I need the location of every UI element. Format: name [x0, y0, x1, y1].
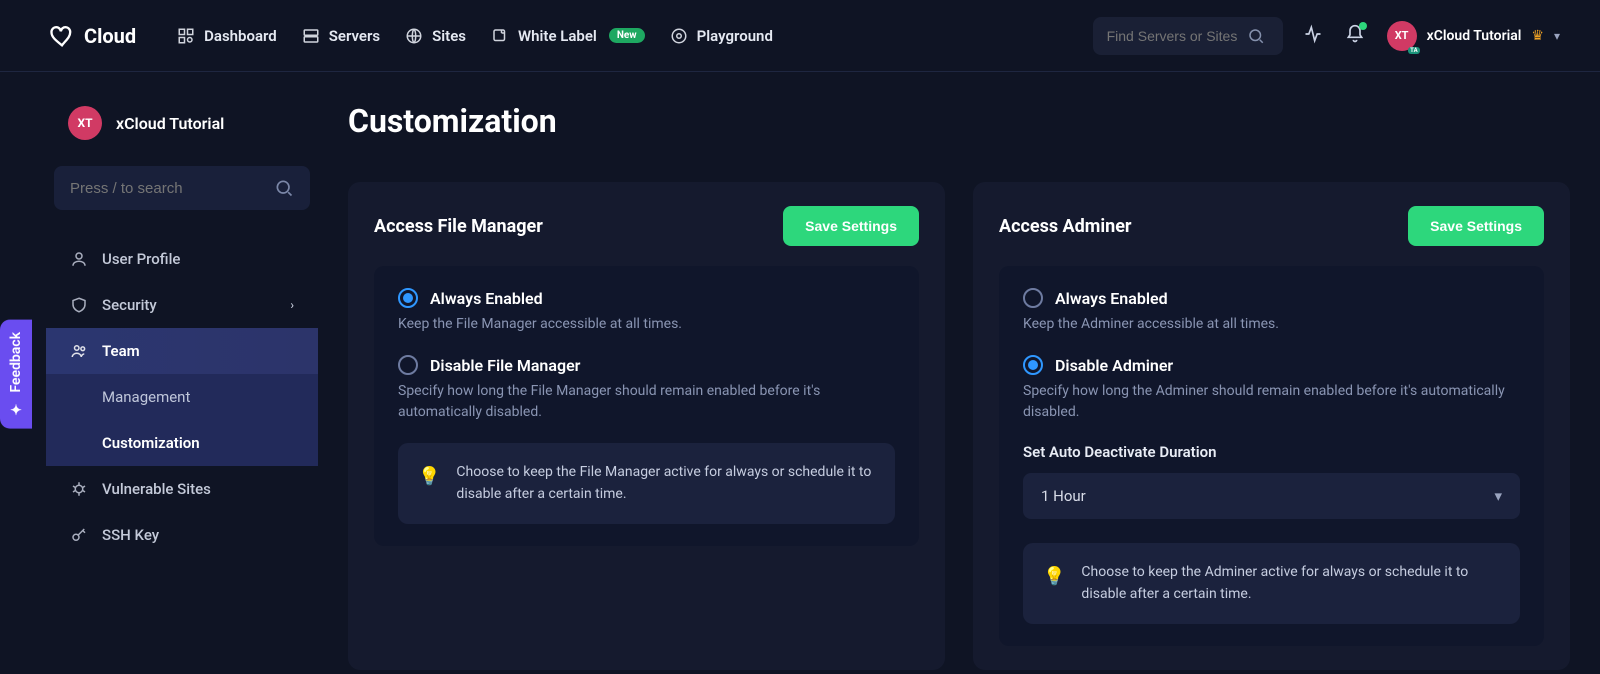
new-badge: New — [609, 28, 645, 43]
dashboard-icon — [176, 26, 196, 46]
nav-sites-label: Sites — [432, 27, 466, 45]
radio-icon — [1023, 355, 1043, 375]
bug-icon — [70, 480, 88, 498]
sidebar-item-vulnerable-sites[interactable]: Vulnerable Sites — [46, 466, 318, 512]
globe-icon — [404, 26, 424, 46]
chevron-down-icon: ▾ — [1554, 29, 1560, 43]
radio-description: Specify how long the Adminer should rema… — [1023, 381, 1520, 423]
sidebar-item-ssh-key[interactable]: SSH Key — [46, 512, 318, 558]
sidebar-item-team[interactable]: Team — [46, 328, 318, 374]
sidebar-sub-management[interactable]: Management — [46, 374, 318, 420]
radio-label: Disable File Manager — [430, 356, 580, 375]
notification-dot — [1359, 22, 1367, 30]
nav-servers[interactable]: Servers — [301, 26, 380, 46]
sidebar-profile-name: xCloud Tutorial — [116, 114, 224, 133]
hint-text: Choose to keep the Adminer active for al… — [1081, 561, 1500, 606]
lightbulb-icon: 💡 — [418, 463, 440, 492]
chevron-right-icon: › — [290, 298, 294, 312]
duration-value: 1 Hour — [1041, 487, 1086, 505]
bell-icon[interactable] — [1345, 24, 1365, 48]
radio-icon — [398, 288, 418, 308]
duration-select[interactable]: 1 Hour ▾ — [1023, 473, 1520, 519]
sidebar-profile[interactable]: XT xCloud Tutorial — [46, 106, 318, 166]
top-search[interactable] — [1093, 17, 1283, 55]
cloud-heart-icon — [48, 22, 76, 50]
user-icon — [70, 250, 88, 268]
save-button[interactable]: Save Settings — [783, 206, 919, 246]
playground-icon — [669, 26, 689, 46]
feedback-label: Feedback — [8, 332, 24, 393]
nav-playground[interactable]: Playground — [669, 26, 773, 46]
brand-name: Cloud — [84, 24, 136, 48]
sparkle-icon: ✦ — [8, 401, 24, 417]
server-icon — [301, 26, 321, 46]
nav-servers-label: Servers — [329, 27, 380, 45]
activity-icon[interactable] — [1303, 24, 1323, 48]
sidebar-search[interactable] — [54, 166, 310, 210]
tag-icon — [490, 26, 510, 46]
avatar: XTTA — [1387, 21, 1417, 51]
sidebar-item-user-profile[interactable]: User Profile — [46, 236, 318, 282]
sidebar-item-security[interactable]: Security › — [46, 282, 318, 328]
lightbulb-icon: 💡 — [1043, 563, 1065, 592]
nav-white-label[interactable]: White Label New — [490, 26, 645, 46]
radio-description: Specify how long the File Manager should… — [398, 381, 895, 423]
feedback-tab[interactable]: ✦ Feedback — [0, 320, 32, 429]
nav-white-label-label: White Label — [518, 27, 597, 45]
radio-disable-file-manager[interactable]: Disable File Manager — [398, 355, 895, 375]
nav-playground-label: Playground — [697, 27, 773, 45]
sidebar-item-label: Team — [102, 342, 140, 360]
crown-icon: ♛ — [1531, 28, 1544, 44]
chevron-down-icon: ▾ — [1494, 487, 1502, 505]
team-icon — [70, 342, 88, 360]
hint-box: 💡 Choose to keep the Adminer active for … — [1023, 543, 1520, 624]
search-icon — [274, 178, 294, 198]
radio-always-enabled-adminer[interactable]: Always Enabled — [1023, 288, 1520, 308]
nav-sites[interactable]: Sites — [404, 26, 466, 46]
duration-label: Set Auto Deactivate Duration — [1023, 443, 1520, 461]
shield-icon — [70, 296, 88, 314]
sidebar-item-label: Security — [102, 296, 157, 314]
search-icon — [1247, 27, 1265, 45]
card-adminer: Access Adminer Save Settings Always Enab… — [973, 182, 1570, 670]
sidebar-item-label: User Profile — [102, 250, 180, 268]
radio-icon — [398, 355, 418, 375]
card-title: Access Adminer — [999, 216, 1132, 237]
user-name: xCloud Tutorial — [1427, 28, 1522, 44]
sidebar-item-label: SSH Key — [102, 526, 159, 544]
radio-label: Disable Adminer — [1055, 356, 1173, 375]
radio-icon — [1023, 288, 1043, 308]
sidebar-search-input[interactable] — [70, 180, 230, 197]
radio-label: Always Enabled — [1055, 289, 1168, 308]
radio-description: Keep the File Manager accessible at all … — [398, 314, 895, 335]
hint-text: Choose to keep the File Manager active f… — [456, 461, 875, 506]
radio-always-enabled[interactable]: Always Enabled — [398, 288, 895, 308]
sidebar-avatar: XT — [68, 106, 102, 140]
nav-dashboard-label: Dashboard — [204, 27, 277, 45]
radio-disable-adminer[interactable]: Disable Adminer — [1023, 355, 1520, 375]
sidebar-item-label: Vulnerable Sites — [102, 480, 211, 498]
card-title: Access File Manager — [374, 216, 543, 237]
save-button[interactable]: Save Settings — [1408, 206, 1544, 246]
sidebar-sub-customization[interactable]: Customization — [46, 420, 318, 466]
radio-description: Keep the Adminer accessible at all times… — [1023, 314, 1520, 335]
nav-dashboard[interactable]: Dashboard — [176, 26, 277, 46]
key-icon — [70, 526, 88, 544]
top-search-input[interactable] — [1107, 28, 1237, 44]
user-menu[interactable]: XTTA xCloud Tutorial ♛ ▾ — [1387, 21, 1560, 51]
logo[interactable]: Cloud — [48, 22, 136, 50]
card-file-manager: Access File Manager Save Settings Always… — [348, 182, 945, 670]
page-title: Customization — [348, 102, 1570, 140]
hint-box: 💡 Choose to keep the File Manager active… — [398, 443, 895, 524]
radio-label: Always Enabled — [430, 289, 543, 308]
